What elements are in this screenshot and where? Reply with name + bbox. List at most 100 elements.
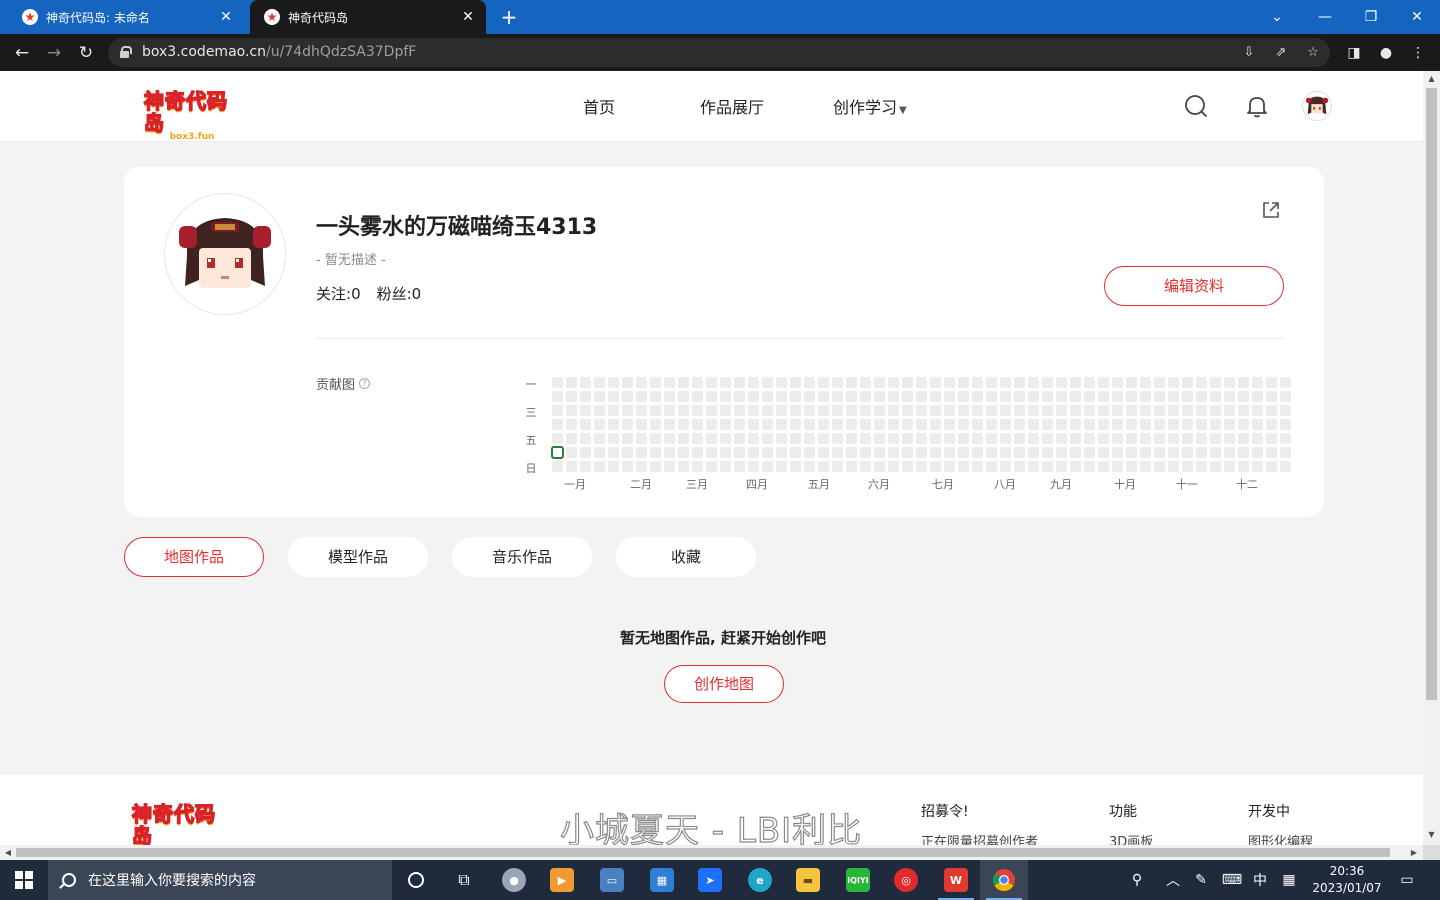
contribution-cell[interactable] bbox=[860, 391, 871, 402]
contribution-cell[interactable] bbox=[566, 433, 577, 444]
share-icon[interactable] bbox=[1261, 200, 1281, 220]
contribution-cell[interactable] bbox=[1168, 419, 1179, 430]
contribution-cell[interactable] bbox=[692, 377, 703, 388]
pen-icon[interactable]: ✎ bbox=[1188, 860, 1214, 900]
contribution-cell[interactable] bbox=[1238, 419, 1249, 430]
contribution-cell[interactable] bbox=[916, 391, 927, 402]
contribution-cell[interactable] bbox=[790, 461, 801, 472]
contribution-cell[interactable] bbox=[748, 433, 759, 444]
contribution-cell[interactable] bbox=[1182, 377, 1193, 388]
contribution-cell[interactable] bbox=[706, 461, 717, 472]
contribution-cell[interactable] bbox=[1224, 447, 1235, 458]
contribution-cell[interactable] bbox=[944, 461, 955, 472]
contribution-cell[interactable] bbox=[664, 419, 675, 430]
contribution-cell[interactable] bbox=[762, 391, 773, 402]
contribution-cell[interactable] bbox=[1280, 405, 1291, 416]
reload-icon[interactable]: ↻ bbox=[74, 41, 98, 65]
contribution-cell[interactable] bbox=[1238, 447, 1249, 458]
notifications-icon[interactable]: ▭ bbox=[1394, 860, 1420, 900]
contribution-cell[interactable] bbox=[972, 433, 983, 444]
contribution-cell[interactable] bbox=[1098, 447, 1109, 458]
contribution-cell[interactable] bbox=[748, 419, 759, 430]
install-app-icon[interactable]: ⇩ bbox=[1240, 44, 1258, 62]
media-player-icon[interactable]: ▶ bbox=[538, 860, 586, 900]
contribution-cell[interactable] bbox=[860, 405, 871, 416]
contribution-cell[interactable] bbox=[1280, 419, 1291, 430]
contribution-cell[interactable] bbox=[748, 377, 759, 388]
contribution-cell[interactable] bbox=[748, 461, 759, 472]
contribution-cell[interactable] bbox=[762, 447, 773, 458]
contribution-cell[interactable] bbox=[1098, 391, 1109, 402]
contribution-cell[interactable] bbox=[944, 405, 955, 416]
contribution-cell[interactable] bbox=[706, 433, 717, 444]
contribution-cell[interactable] bbox=[1014, 433, 1025, 444]
nav-gallery[interactable]: 作品展厅 bbox=[700, 94, 764, 118]
profile-avatar[interactable] bbox=[164, 193, 286, 315]
contribution-cell[interactable] bbox=[1252, 461, 1263, 472]
contribution-cell[interactable] bbox=[1126, 461, 1137, 472]
follow-count[interactable]: 关注:0 bbox=[316, 283, 361, 304]
contribution-cell[interactable] bbox=[608, 447, 619, 458]
contribution-cell[interactable] bbox=[1196, 447, 1207, 458]
contribution-cell[interactable] bbox=[1056, 391, 1067, 402]
contribution-cell[interactable] bbox=[1252, 419, 1263, 430]
contribution-cell[interactable] bbox=[818, 391, 829, 402]
contribution-cell[interactable] bbox=[916, 419, 927, 430]
contribution-cell[interactable] bbox=[1098, 433, 1109, 444]
contribution-cell[interactable] bbox=[1196, 391, 1207, 402]
contribution-cell[interactable] bbox=[1196, 433, 1207, 444]
contribution-cell[interactable] bbox=[1182, 391, 1193, 402]
contribution-cell[interactable] bbox=[790, 433, 801, 444]
contribution-cell[interactable] bbox=[748, 391, 759, 402]
contribution-cell[interactable] bbox=[1266, 391, 1277, 402]
contribution-cell[interactable] bbox=[1280, 461, 1291, 472]
contribution-cell[interactable] bbox=[916, 461, 927, 472]
side-panel-icon[interactable]: ◨ bbox=[1344, 43, 1364, 63]
contribution-cell[interactable] bbox=[720, 405, 731, 416]
contribution-cell[interactable] bbox=[1126, 447, 1137, 458]
task-view-icon[interactable]: ⧉ bbox=[440, 860, 488, 900]
vertical-scrollbar[interactable]: ▲ ▼ bbox=[1423, 71, 1440, 845]
iqiyi-icon[interactable]: iQIYI bbox=[834, 860, 882, 900]
keyboard-icon[interactable]: ⌨ bbox=[1218, 860, 1246, 900]
contribution-cell[interactable] bbox=[930, 419, 941, 430]
contribution-cell[interactable] bbox=[1084, 447, 1095, 458]
contribution-cell[interactable] bbox=[692, 461, 703, 472]
contribution-cell[interactable] bbox=[580, 433, 591, 444]
contribution-cell[interactable] bbox=[664, 405, 675, 416]
contribution-cell[interactable] bbox=[762, 377, 773, 388]
contribution-cell[interactable] bbox=[650, 433, 661, 444]
contribution-cell[interactable] bbox=[888, 377, 899, 388]
contribution-cell[interactable] bbox=[846, 447, 857, 458]
contribution-cell[interactable] bbox=[1028, 405, 1039, 416]
contribution-cell[interactable] bbox=[1042, 433, 1053, 444]
contribution-cell[interactable] bbox=[804, 447, 815, 458]
back-icon[interactable]: ← bbox=[10, 41, 34, 65]
show-hidden-icons-icon[interactable]: ︿ bbox=[1160, 860, 1186, 900]
contribution-cell[interactable] bbox=[790, 377, 801, 388]
contribution-cell[interactable] bbox=[874, 433, 885, 444]
contribution-cell[interactable] bbox=[566, 377, 577, 388]
remote-desktop-icon[interactable]: ▭ bbox=[588, 860, 636, 900]
contribution-cell[interactable] bbox=[594, 377, 605, 388]
site-logo[interactable]: 神奇代码岛 box3.fun bbox=[143, 89, 240, 142]
contribution-cell[interactable] bbox=[552, 433, 563, 444]
contribution-cell[interactable] bbox=[902, 447, 913, 458]
scroll-up-icon[interactable]: ▲ bbox=[1423, 71, 1440, 87]
contribution-cell[interactable] bbox=[692, 447, 703, 458]
tab-search-icon[interactable]: ⌄ bbox=[1254, 0, 1300, 34]
contribution-cell[interactable] bbox=[650, 447, 661, 458]
contribution-cell[interactable] bbox=[1126, 405, 1137, 416]
contribution-cell[interactable] bbox=[1280, 447, 1291, 458]
contribution-cell[interactable] bbox=[1084, 461, 1095, 472]
contribution-cell[interactable] bbox=[1252, 391, 1263, 402]
contribution-cell[interactable] bbox=[1000, 447, 1011, 458]
contribution-cell[interactable] bbox=[636, 391, 647, 402]
contribution-cell[interactable] bbox=[944, 419, 955, 430]
contribution-cell[interactable] bbox=[1154, 405, 1165, 416]
contribution-cell[interactable] bbox=[678, 391, 689, 402]
close-tab-icon[interactable]: ✕ bbox=[460, 9, 476, 25]
contribution-cell[interactable] bbox=[552, 461, 563, 472]
contribution-cell[interactable] bbox=[1168, 391, 1179, 402]
contribution-cell[interactable] bbox=[1000, 461, 1011, 472]
